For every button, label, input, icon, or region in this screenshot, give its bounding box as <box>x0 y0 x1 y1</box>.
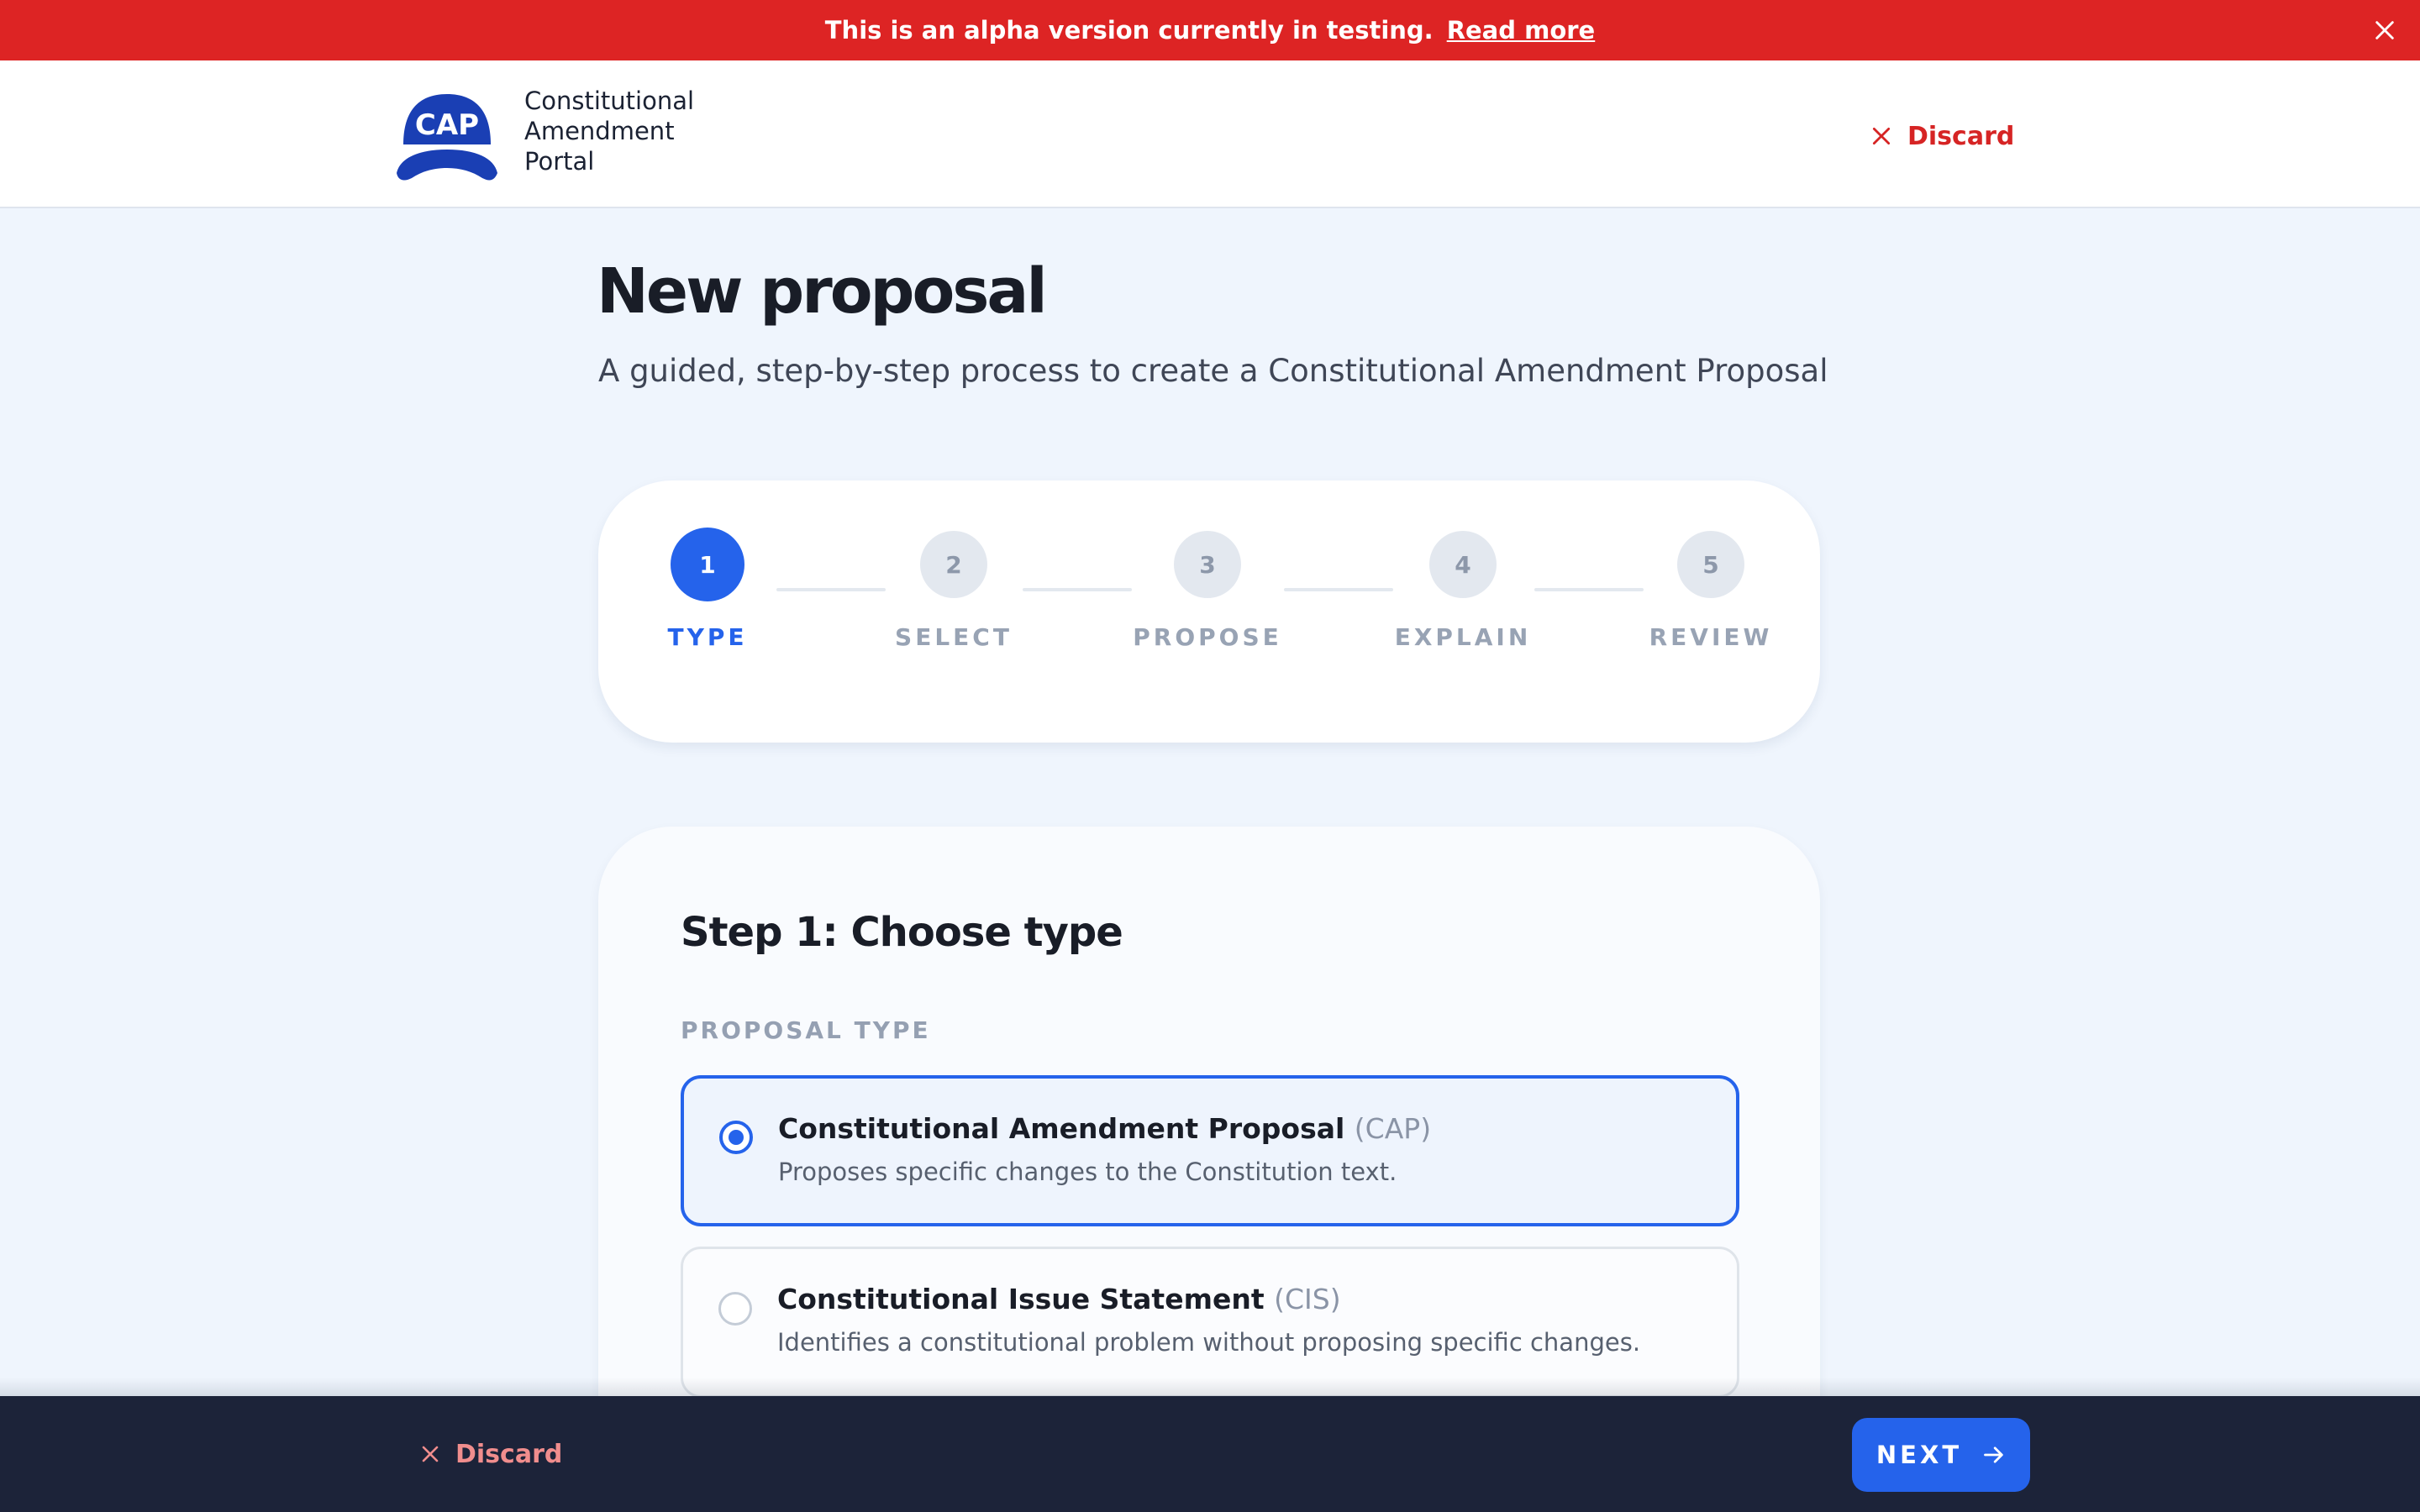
close-icon <box>422 1446 439 1462</box>
read-more-link[interactable]: Read more <box>1447 16 1596 45</box>
step-connector <box>1023 588 1132 591</box>
alpha-banner: This is an alpha version currently in te… <box>0 0 2420 60</box>
radio-button[interactable] <box>718 1292 752 1326</box>
option-title: Constitutional Amendment Proposal (CAP) <box>778 1112 1431 1145</box>
option-abbreviation: (CAP) <box>1354 1112 1432 1145</box>
cap-logo[interactable]: CAP <box>395 91 499 181</box>
step-title: Step 1: Choose type <box>681 909 1123 956</box>
banner-message: This is an alpha version currently in te… <box>824 16 1434 45</box>
brand-line: Amendment <box>524 117 675 145</box>
step-type[interactable]: 1 TYPE <box>623 528 792 651</box>
step-number: 2 <box>920 531 987 598</box>
step-number: 5 <box>1677 531 1744 598</box>
footer-shadow <box>0 1378 2420 1396</box>
progress-stepper: 1 TYPE 2 SELECT 3 PROPOSE 4 EXPLAIN 5 RE… <box>598 480 1820 743</box>
option-description: Proposes specific changes to the Constit… <box>778 1158 1397 1186</box>
close-icon <box>1872 127 1891 145</box>
step-number: 3 <box>1174 531 1241 598</box>
step-explain[interactable]: 4 EXPLAIN <box>1379 531 1547 651</box>
proposal-type-label: PROPOSAL TYPE <box>681 1016 931 1044</box>
footer-discard-button[interactable]: Discard <box>420 1435 562 1473</box>
step-propose[interactable]: 3 PROPOSE <box>1123 531 1292 651</box>
option-abbreviation: (CIS) <box>1274 1283 1341 1315</box>
next-button[interactable]: NEXT <box>1852 1418 2030 1492</box>
step-number: 4 <box>1429 531 1497 598</box>
brand-line: Portal <box>524 147 595 176</box>
discard-label: Discard <box>455 1439 563 1469</box>
step-select[interactable]: 2 SELECT <box>870 531 1038 651</box>
brand-name: Constitutional Amendment Portal <box>524 86 694 176</box>
step-connector <box>1284 588 1393 591</box>
page-title: New proposal <box>597 255 1048 328</box>
step-label: SELECT <box>895 623 1013 651</box>
next-label: NEXT <box>1876 1441 1963 1469</box>
option-cap[interactable]: Constitutional Amendment Proposal (CAP) … <box>681 1075 1739 1226</box>
step-number: 1 <box>671 528 744 601</box>
step-label: REVIEW <box>1649 623 1773 651</box>
option-title-text: Constitutional Amendment Proposal <box>778 1112 1345 1145</box>
footer-action-bar: Discard NEXT <box>0 1396 2420 1512</box>
option-title-text: Constitutional Issue Statement <box>777 1283 1265 1315</box>
step-label: PROPOSE <box>1133 623 1282 651</box>
step-label: TYPE <box>667 623 748 651</box>
option-cis[interactable]: Constitutional Issue Statement (CIS) Ide… <box>681 1247 1739 1398</box>
discard-label: Discard <box>1907 121 2015 151</box>
option-title: Constitutional Issue Statement (CIS) <box>777 1283 1341 1315</box>
logo-text: CAP <box>415 108 479 142</box>
close-icon[interactable] <box>2373 18 2396 42</box>
step-review[interactable]: 5 REVIEW <box>1627 531 1795 651</box>
option-description: Identifies a constitutional problem with… <box>777 1328 1641 1357</box>
step-label: EXPLAIN <box>1394 623 1532 651</box>
arrow-right-icon <box>1984 1446 2003 1463</box>
header-discard-button[interactable]: Discard <box>1870 116 2014 156</box>
site-header: CAP Constitutional Amendment Portal Disc… <box>0 60 2420 208</box>
radio-button-checked[interactable] <box>719 1121 753 1154</box>
page-subtitle: A guided, step-by-step process to create… <box>598 353 1828 389</box>
brand-line: Constitutional <box>524 87 695 115</box>
